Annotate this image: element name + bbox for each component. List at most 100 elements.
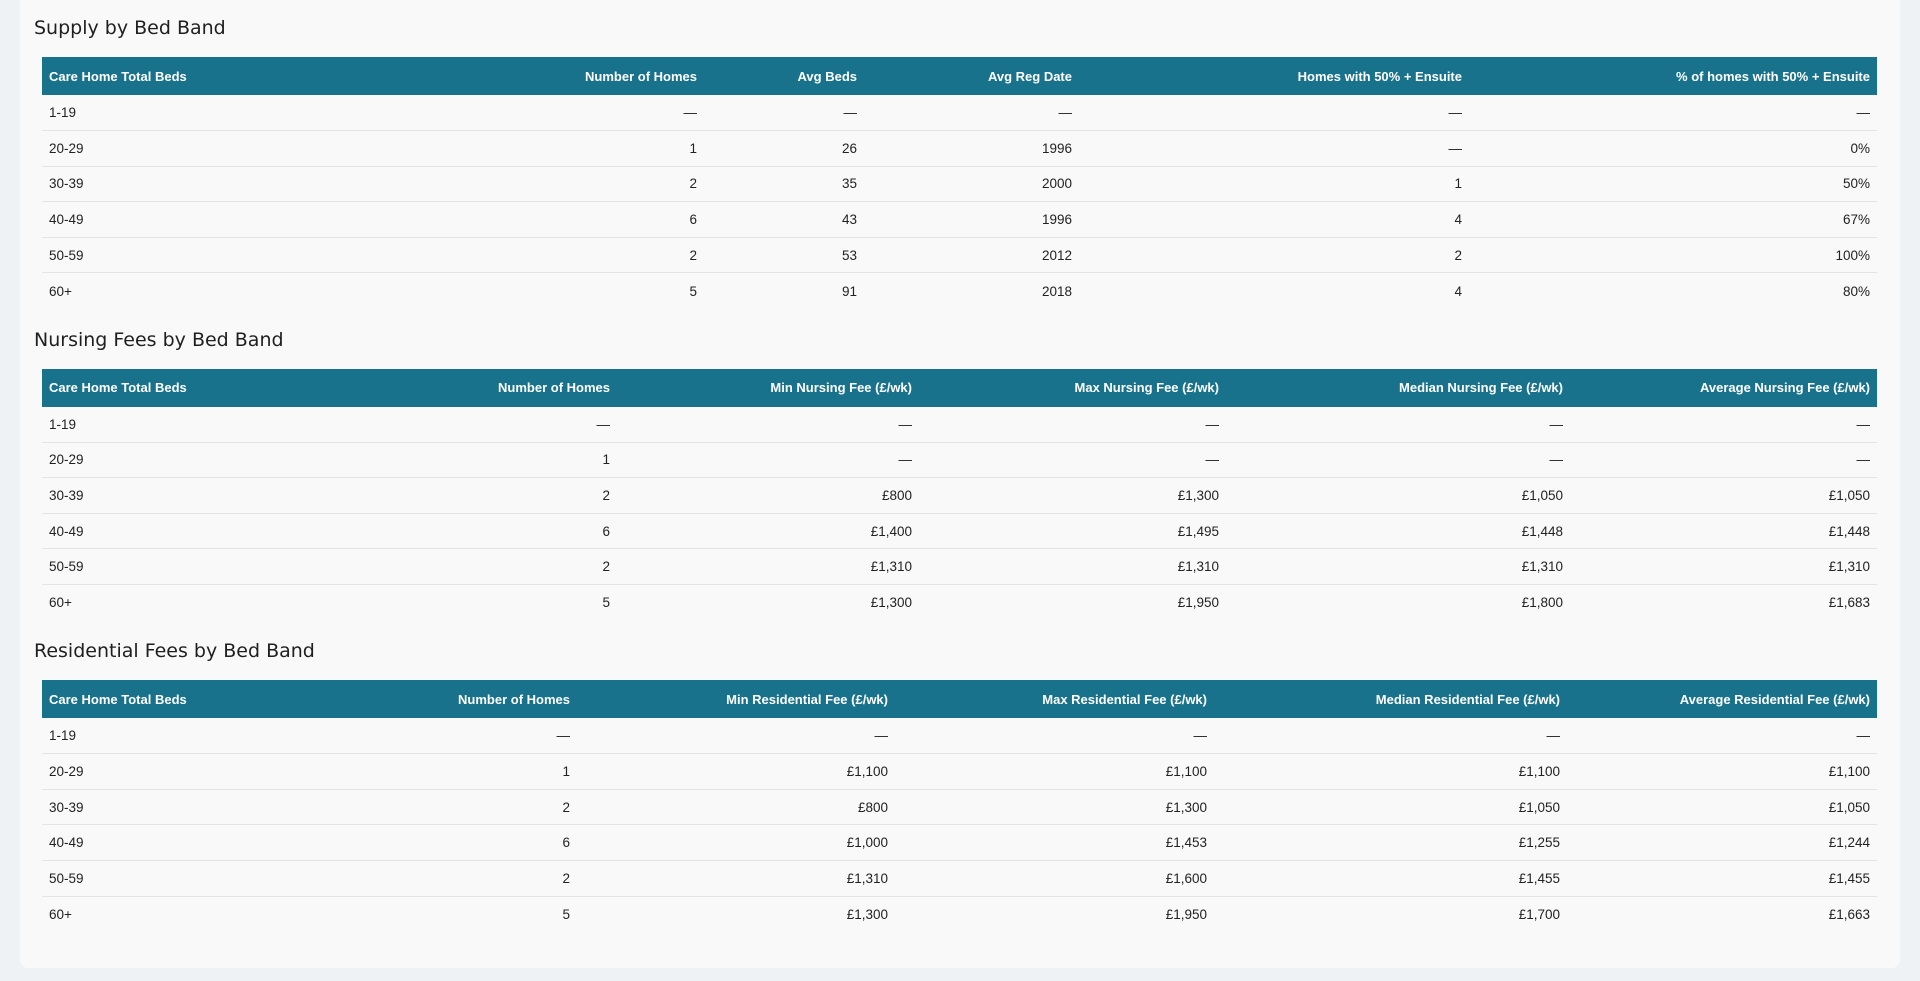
table-cell: £1,455 [1828,870,1870,886]
table-cell: £1,050 [1521,488,1563,504]
table-cell: £1,310 [1521,559,1563,575]
column-header[interactable]: Number of Homes [312,369,617,407]
table-cell: — [596,416,611,432]
table-cell: 5 [602,595,610,611]
column-header[interactable]: Average Residential Fee (£/wk) [1567,680,1877,718]
table-cell: £1,100 [1165,764,1207,780]
table-cell: 43 [841,212,857,228]
table-cell: 30-39 [49,176,84,192]
table-cell: 1-19 [49,105,77,121]
table-row: 50-59 2 53 2012 2 100% [42,237,1877,273]
table-cell: — [1193,728,1208,744]
table-cell: 40-49 [49,835,84,851]
column-header[interactable]: Max Residential Fee (£/wk) [895,680,1214,718]
table-cell: £1,448 [1521,523,1563,539]
section-title: Nursing Fees by Bed Band [34,328,284,351]
table-cell: 60+ [49,906,72,922]
column-header[interactable]: Avg Reg Date [864,57,1079,95]
column-header[interactable]: % of homes with 50% + Ensuite [1469,57,1877,95]
table-cell: 50-59 [49,247,84,263]
table-cell: £1,310 [1828,559,1870,575]
column-header[interactable]: Care Home Total Beds [42,369,312,407]
table-cell: £1,455 [1518,870,1560,886]
section-title: Supply by Bed Band [34,17,226,39]
table-cell: — [1856,105,1871,121]
table-cell: 50-59 [49,870,84,886]
table-cell: £1,310 [870,559,912,575]
table-cell: 2 [562,799,570,815]
table-cell: 20-29 [49,764,84,780]
table-cell: — [1549,416,1564,432]
table-cell: £1,700 [1518,906,1560,922]
table-cell: 67% [1842,212,1870,228]
column-header[interactable]: Max Nursing Fee (£/wk) [919,369,1226,407]
table-cell: £1,800 [1521,595,1563,611]
column-header[interactable]: Min Residential Fee (£/wk) [577,680,895,718]
column-header[interactable]: Min Nursing Fee (£/wk) [617,369,919,407]
table-cell: 1-19 [49,416,77,432]
table-cell: 20-29 [49,452,84,468]
table-cell: £1,050 [1828,799,1870,815]
table-row: 40-49 6 £1,400 £1,495 £1,448 £1,448 [42,513,1877,549]
table-cell: 100% [1835,247,1870,263]
table-cell: 26 [841,140,857,156]
table-row: 60+ 5 £1,300 £1,950 £1,800 £1,683 [42,585,1877,621]
table-cell: 1-19 [49,728,77,744]
residential-fees-section: Residential Fees by Bed Band Care Home T… [34,620,1886,932]
table-cell: £1,453 [1165,835,1207,851]
table-row: 50-59 2 £1,310 £1,310 £1,310 £1,310 [42,549,1877,585]
table-cell: 30-39 [49,799,84,815]
column-header[interactable]: Care Home Total Beds [42,680,289,718]
table-cell: 30-39 [49,488,84,504]
table-cell: £1,300 [870,595,912,611]
table-row: 1-19 — — — — — [42,718,1877,754]
column-header[interactable]: Homes with 50% + Ensuite [1079,57,1469,95]
table-cell: 4 [1454,283,1462,299]
table-cell: £1,310 [1177,559,1219,575]
table-cell: 53 [841,247,857,263]
table-cell: £1,950 [1177,595,1219,611]
table-row: 50-59 2 £1,310 £1,600 £1,455 £1,455 [42,861,1877,897]
table-row: 30-39 2 35 2000 1 50% [42,166,1877,202]
table-header-row: Care Home Total Beds Number of Homes Avg… [42,57,1877,95]
table-cell: — [1205,416,1220,432]
table-cell: 2 [689,247,697,263]
column-header[interactable]: Care Home Total Beds [42,57,352,95]
column-header[interactable]: Median Nursing Fee (£/wk) [1226,369,1570,407]
table-cell: £1,495 [1177,523,1219,539]
table-cell: £1,100 [1518,764,1560,780]
table-row: 60+ 5 91 2018 4 80% [42,273,1877,309]
table-cell: — [1448,105,1463,121]
column-header[interactable]: Median Residential Fee (£/wk) [1214,680,1567,718]
column-header[interactable]: Number of Homes [289,680,577,718]
supply-section: Supply by Bed Band Care Home Total Beds … [34,0,1886,309]
table-cell: 2 [602,488,610,504]
table-row: 20-29 1 26 1996 — 0% [42,131,1877,167]
table-cell: 4 [1454,212,1462,228]
column-header[interactable]: Avg Beds [704,57,864,95]
table-cell: — [898,416,913,432]
table-cell: 40-49 [49,212,84,228]
table-cell: 20-29 [49,140,84,156]
table-cell: £1,663 [1828,906,1870,922]
table-cell: £1,300 [1165,799,1207,815]
column-header[interactable]: Average Nursing Fee (£/wk) [1570,369,1877,407]
table-cell: 1 [562,764,570,780]
table-row: 20-29 1 £1,100 £1,100 £1,100 £1,100 [42,754,1877,790]
table-cell: — [843,105,858,121]
table-cell: 6 [602,523,610,539]
table-cell: 0% [1850,140,1870,156]
table-cell: £1,600 [1165,870,1207,886]
column-header[interactable]: Number of Homes [352,57,704,95]
table-cell: — [556,728,571,744]
table-cell: 5 [562,906,570,922]
table-cell: 50-59 [49,559,84,575]
table-cell: £1,310 [846,870,888,886]
table-cell: 1 [689,140,697,156]
table-cell: 60+ [49,283,72,299]
table-cell: — [898,452,913,468]
table-cell: 6 [562,835,570,851]
table-cell: 1996 [1041,140,1072,156]
table-cell: £1,000 [846,835,888,851]
table-row: 30-39 2 £800 £1,300 £1,050 £1,050 [42,789,1877,825]
